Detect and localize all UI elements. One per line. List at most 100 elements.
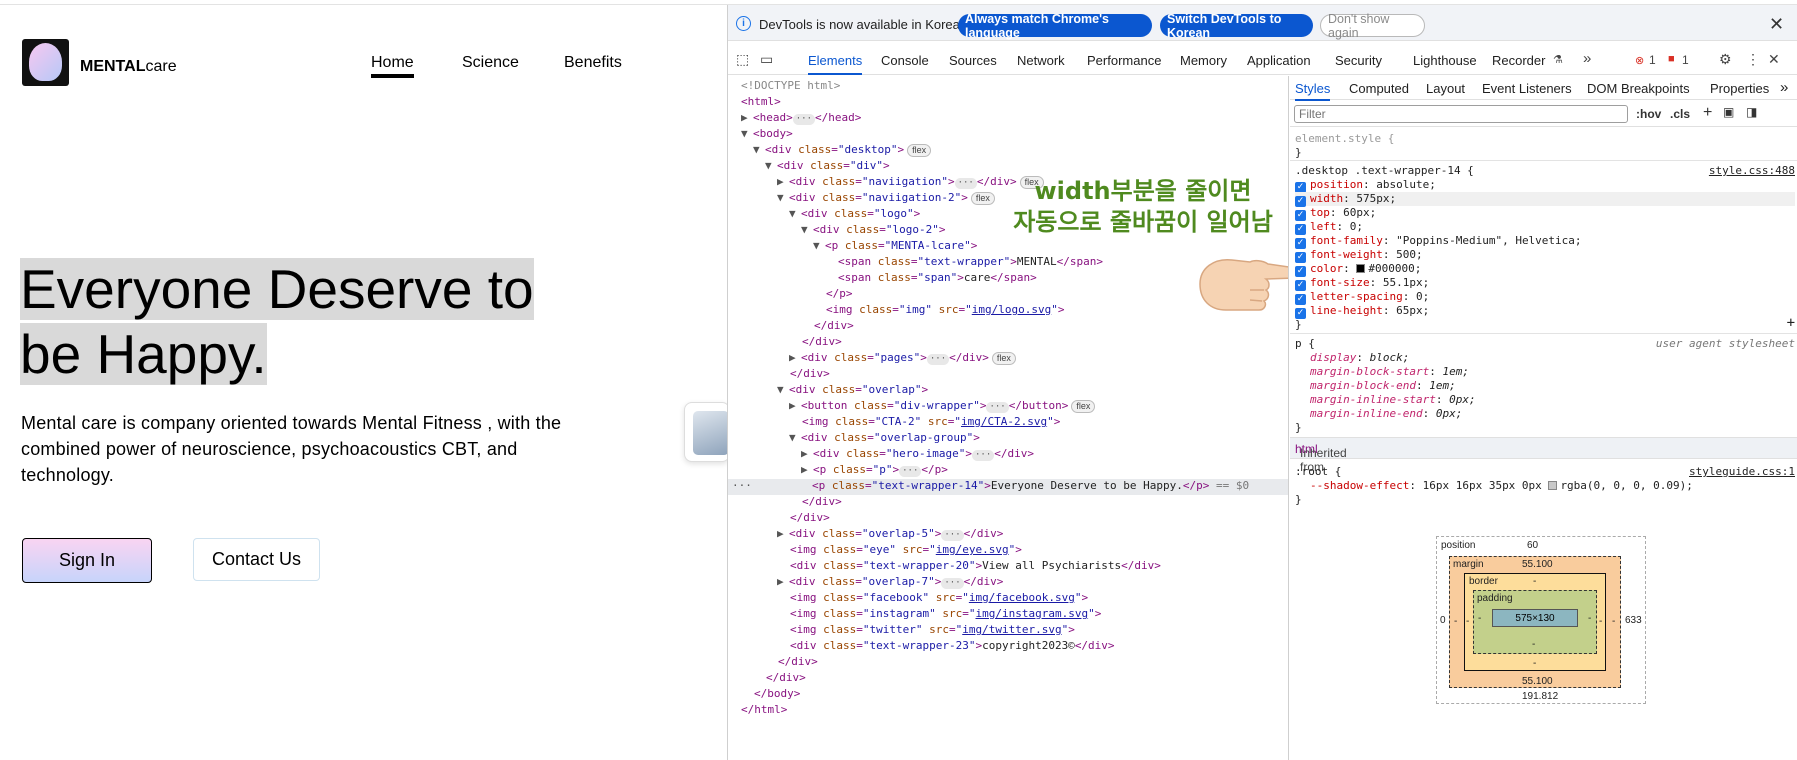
css-rule-root[interactable]: :root {styleguide.css:1 (1295, 465, 1795, 479)
tab-styles[interactable]: Styles (1295, 81, 1331, 101)
expand-arrow-icon[interactable]: ▶ (801, 463, 813, 476)
tab-security[interactable]: Security (1335, 53, 1382, 68)
dom-line[interactable]: ▼ <div class="desktop"> flex (753, 143, 932, 159)
collapse-arrow-icon[interactable]: ▼ (753, 143, 765, 156)
preview-card[interactable] (684, 402, 727, 462)
padding-bottom-value[interactable]: - (1532, 639, 1535, 650)
dom-line[interactable]: ▶ <div class="hero-image"> ··· </div> (801, 447, 1034, 463)
border-bottom-value[interactable]: - (1533, 658, 1536, 669)
dom-line[interactable]: </div> (790, 367, 830, 383)
collapse-arrow-icon[interactable]: ▼ (801, 223, 813, 236)
dom-line[interactable]: <img class="CTA-2" src="img/CTA-2.svg"> (802, 415, 1060, 431)
expand-arrow-icon[interactable]: ▶ (777, 527, 789, 540)
tab-lighthouse[interactable]: Lighthouse (1413, 53, 1477, 68)
css-decl[interactable]: ✓ color: #000000; (1295, 262, 1421, 277)
sign-in-button[interactable]: Sign In (22, 538, 152, 583)
dom-line[interactable]: ▶ <p class="p"> ··· </p> (801, 463, 948, 479)
dom-line[interactable]: ▶ <head> ··· </head> (741, 111, 861, 127)
close-icon[interactable]: ✕ (1769, 14, 1784, 35)
nav-home[interactable]: Home (371, 54, 414, 78)
tab-properties[interactable]: Properties (1710, 81, 1769, 96)
margin-right-value[interactable]: - (1612, 616, 1615, 627)
dom-line[interactable]: <div class="text-wrapper-20">View all Ps… (790, 559, 1161, 575)
sidebar-toggle-icon[interactable]: ◨ (1746, 105, 1757, 119)
switch-korean-button[interactable]: Switch DevTools to Korean (1160, 12, 1313, 40)
dom-line[interactable]: ▼ <div class="logo-2"> (801, 223, 945, 239)
more-tabs-icon[interactable]: » (1583, 50, 1591, 67)
dom-line[interactable]: ▶ <div class="pages"> ··· </div> flex (789, 351, 1016, 367)
expand-arrow-icon[interactable]: ▶ (777, 575, 789, 588)
dom-line[interactable]: </p> (826, 287, 853, 303)
expand-arrow-icon[interactable]: ▶ (789, 351, 801, 364)
tab-memory[interactable]: Memory (1180, 53, 1227, 68)
dom-line-selected[interactable]: ··· <p class="text-wrapper-14">Everyone D… (728, 479, 1288, 495)
dom-line[interactable]: <span class="span">care</span> (838, 271, 1037, 287)
device-toolbar-icon[interactable]: ▭ (760, 51, 773, 68)
dom-line[interactable]: </body> (754, 687, 800, 703)
dom-line[interactable]: ▼ <div class="naviigation-2"> flex (777, 191, 995, 207)
css-decl[interactable]: ✓ line-height: 65px; (1295, 304, 1429, 319)
dom-line[interactable]: ▼ <p class="MENTA-lcare"> (813, 239, 977, 255)
css-decl[interactable]: ✓ font-size: 55.1px; (1295, 276, 1429, 291)
css-rule-selector[interactable]: .desktop .text-wrapper-14 {style.css:488 (1295, 164, 1795, 178)
more-subtabs-icon[interactable]: » (1780, 79, 1788, 96)
tab-elements[interactable]: Elements (808, 53, 863, 75)
css-decl-width[interactable]: ✓ width: 575px; (1295, 192, 1795, 207)
dom-line[interactable]: ▼ <div class="overlap-group"> (789, 431, 980, 447)
css-decl[interactable]: margin-inline-end: 0px; (1310, 407, 1462, 421)
tab-console[interactable]: Console (881, 53, 929, 68)
css-rule-element-style[interactable]: element.style { (1295, 132, 1394, 146)
margin-left-value[interactable]: - (1454, 616, 1457, 627)
dom-line[interactable]: <div class="text-wrapper-23">copyright20… (790, 639, 1115, 655)
css-decl[interactable]: ✓ letter-spacing: 0; (1295, 290, 1429, 305)
tab-computed[interactable]: Computed (1349, 81, 1409, 96)
tab-recorder[interactable]: Recorder (1492, 53, 1545, 68)
collapse-arrow-icon[interactable]: ▼ (777, 383, 789, 396)
tab-event-listeners[interactable]: Event Listeners (1482, 81, 1572, 96)
paint-icon[interactable]: ▣ (1723, 105, 1734, 119)
dom-line[interactable]: </div> (802, 335, 842, 351)
stylesheet-link[interactable]: style.css:488 (1709, 164, 1795, 177)
nav-benefits[interactable]: Benefits (564, 54, 622, 72)
dom-line[interactable]: <img class="facebook" src="img/facebook.… (790, 591, 1088, 607)
dom-line[interactable]: </div> (802, 495, 842, 511)
tab-layout[interactable]: Layout (1426, 81, 1465, 96)
expand-arrow-icon[interactable]: ▶ (801, 447, 813, 460)
dom-line[interactable]: </div> (778, 655, 818, 671)
collapse-arrow-icon[interactable]: ▼ (777, 191, 789, 204)
tab-performance[interactable]: Performance (1087, 53, 1161, 68)
logo-image[interactable] (22, 39, 69, 86)
contact-us-button[interactable]: Contact Us (193, 538, 320, 581)
color-swatch[interactable] (1356, 264, 1366, 273)
kebab-menu-icon[interactable]: ⋮ (1746, 51, 1760, 68)
tab-sources[interactable]: Sources (949, 53, 997, 68)
expand-arrow-icon[interactable]: ▶ (741, 111, 753, 124)
border-top-value[interactable]: - (1533, 576, 1536, 587)
issues-icon[interactable]: ■ (1668, 53, 1675, 65)
collapse-arrow-icon[interactable]: ▼ (813, 239, 825, 252)
cls-toggle[interactable]: .cls (1670, 107, 1690, 121)
expand-arrow-icon[interactable]: ▶ (777, 175, 789, 188)
padding-left-value[interactable]: - (1478, 613, 1481, 624)
css-decl[interactable]: ✓ top: 60px; (1295, 206, 1376, 221)
dom-line[interactable]: <img class="twitter" src="img/twitter.sv… (790, 623, 1075, 639)
nav-science[interactable]: Science (462, 54, 519, 72)
dom-line[interactable]: ▶ <button class="div-wrapper"> ··· </button… (789, 399, 1096, 415)
close-devtools-icon[interactable]: ✕ (1768, 51, 1780, 68)
position-left-value[interactable]: 0 (1440, 615, 1446, 626)
css-decl[interactable]: --shadow-effect: 16px 16px 35px 0px rgba… (1310, 479, 1693, 493)
collapse-arrow-icon[interactable]: ▼ (789, 431, 801, 444)
css-decl[interactable]: margin-block-start: 1em; (1310, 365, 1469, 379)
expand-arrow-icon[interactable]: ▶ (789, 399, 801, 412)
css-decl[interactable]: ✓ left: 0; (1295, 220, 1363, 235)
tab-application[interactable]: Application (1247, 53, 1311, 68)
add-declaration-icon[interactable]: + (1787, 315, 1795, 331)
border-right-value[interactable]: - (1599, 616, 1602, 627)
dom-line[interactable]: ▶ <div class="overlap-7"> ··· </div> (777, 575, 1003, 591)
css-decl[interactable]: ✓ font-family: "Poppins-Medium", Helvetic… (1295, 234, 1582, 249)
dom-line[interactable]: <img class="instagram" src="img/instagra… (790, 607, 1101, 623)
dom-line[interactable]: <span class="text-wrapper">MENTAL</span> (838, 255, 1103, 271)
css-decl[interactable]: ✓ position: absolute; (1295, 178, 1436, 193)
css-decl[interactable]: margin-block-end: 1em; (1310, 379, 1456, 393)
tab-network[interactable]: Network (1017, 53, 1065, 68)
